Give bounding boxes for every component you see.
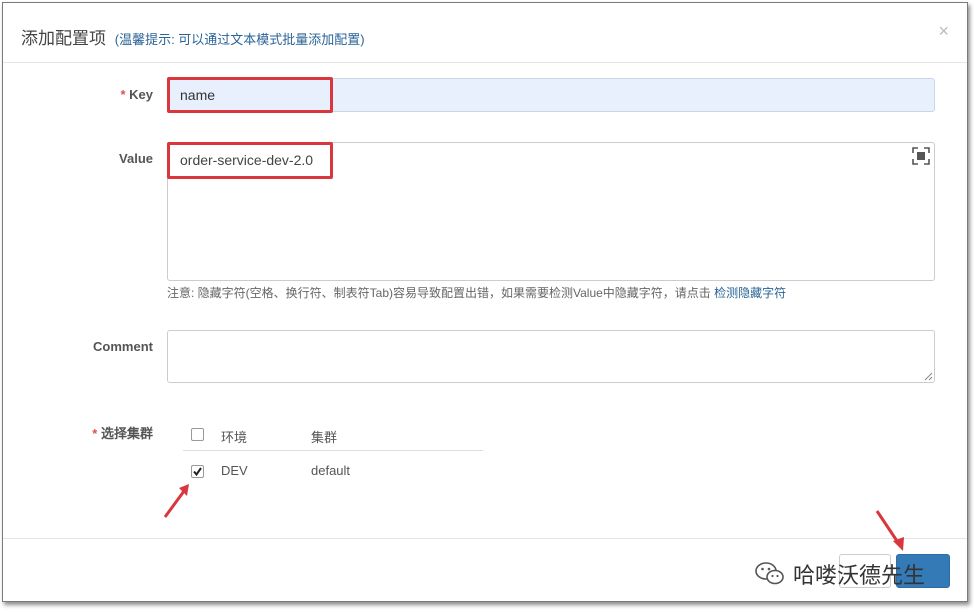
key-input[interactable]	[167, 78, 935, 112]
cluster-label: * 选择集群	[3, 423, 153, 442]
resize-handle-icon[interactable]	[923, 371, 933, 381]
comment-textarea[interactable]	[167, 330, 935, 383]
fullscreen-icon[interactable]	[912, 147, 930, 165]
checkmark-icon	[193, 467, 202, 477]
env-cell: DEV	[221, 463, 248, 478]
wechat-icon	[755, 562, 784, 585]
arrow-annotation-icon	[875, 510, 904, 551]
add-config-dialog: 添加配置项 (温馨提示: 可以通过文本模式批量添加配置) × * Key Val…	[2, 2, 968, 602]
close-icon[interactable]: ×	[938, 21, 949, 42]
note-text: 注意: 隐藏字符(空格、换行符、制表符Tab)容易导致配置出错，如果需要检测Va…	[167, 286, 711, 300]
hidden-char-note: 注意: 隐藏字符(空格、换行符、制表符Tab)容易导致配置出错，如果需要检测Va…	[167, 284, 786, 301]
value-textarea[interactable]: order-service-dev-2.0	[167, 142, 935, 281]
dialog-header: 添加配置项 (温馨提示: 可以通过文本模式批量添加配置) ×	[3, 3, 967, 63]
value-label-text: Value	[119, 151, 153, 166]
cluster-row-checkbox[interactable]	[191, 465, 204, 478]
value-label: Value	[3, 151, 153, 166]
dialog-title: 添加配置项 (温馨提示: 可以通过文本模式批量添加配置)	[21, 24, 365, 49]
key-label-text: Key	[129, 87, 153, 102]
table-row: DEV default	[183, 453, 483, 483]
comment-label-text: Comment	[93, 339, 153, 354]
required-mark: *	[120, 87, 126, 102]
cluster-header: 集群	[311, 430, 338, 445]
dialog-title-text: 添加配置项	[21, 29, 106, 48]
key-label: * Key	[3, 87, 153, 102]
env-header: 环境	[221, 430, 248, 445]
dialog-title-hint: (温馨提示: 可以通过文本模式批量添加配置)	[114, 32, 365, 47]
detect-hidden-chars-link[interactable]: 检测隐藏字符	[714, 286, 786, 300]
value-text: order-service-dev-2.0	[180, 152, 314, 168]
cluster-cell: default	[311, 463, 351, 478]
watermark-text: 哈喽沃德先生	[793, 563, 926, 588]
cluster-label-text: 选择集群	[100, 426, 153, 441]
dialog-footer-divider	[3, 538, 967, 539]
comment-label: Comment	[3, 339, 153, 354]
required-mark: *	[92, 426, 98, 441]
select-all-checkbox[interactable]	[191, 428, 204, 441]
cluster-table-header: 环境 集群	[183, 419, 483, 451]
arrow-annotation-icon	[163, 484, 189, 518]
watermark: 哈喽沃德先生	[755, 557, 925, 591]
